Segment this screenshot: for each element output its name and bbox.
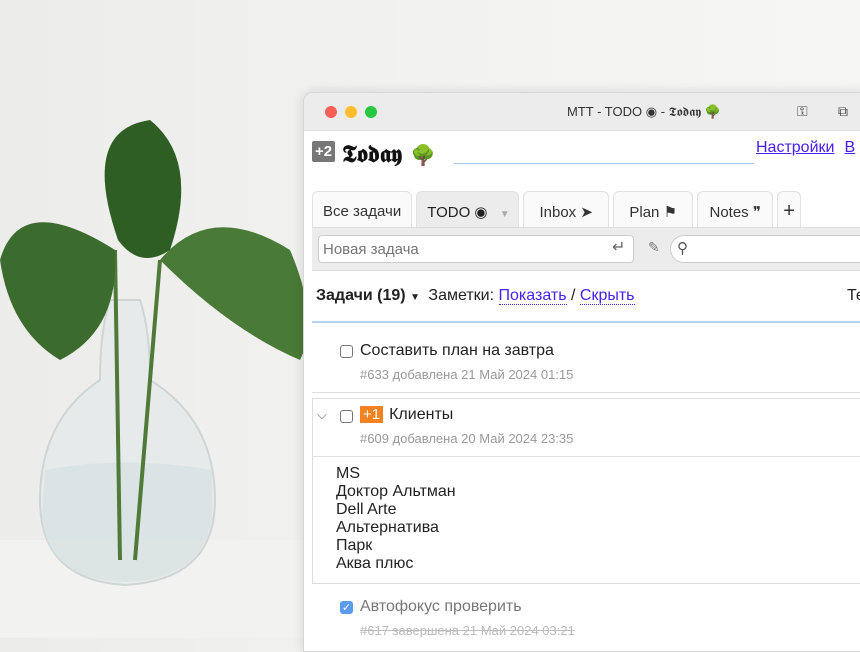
task-title: Автофокус проверить [360,598,522,615]
count-badge: +2 [312,141,335,162]
search-input[interactable]: ⚲ [670,235,860,263]
tab-plan[interactable]: Plan ⚑ [613,191,694,227]
tab-todo[interactable]: TODO ◉ ▼ [416,191,520,227]
tab-inbox[interactable]: Inbox ➤ [523,191,610,227]
list-title: 𝕿𝖔𝖉𝖆𝖞 🌳 [342,139,436,168]
hide-notes-link[interactable]: Скрыть [579,287,635,305]
task-title: Составить план на завтра [360,342,554,359]
task-meta: #633 добавлена 21 Май 2024 01:15 [360,367,574,382]
task-checkbox-checked[interactable]: ✓ [340,601,353,614]
notes-label: Заметки: [428,287,495,304]
tab-notes[interactable]: Notes ❞ [697,191,774,227]
plant-background-image [0,120,320,638]
search-icon: ⚲ [677,240,688,257]
task-item-completed[interactable]: ✓ Автофокус проверить #617 завершена 21 … [312,593,860,651]
toolbar: ↵ ✎ ⚲ [312,227,860,271]
chevron-down-icon[interactable]: ⌵ [317,407,327,423]
title-bar: MTT - TODO ◉ - 𝕿𝖔𝖉𝖆𝖞 🌳 ⚿ ⧉ [304,93,860,131]
divider [312,321,860,323]
right-truncated-text: Те [847,287,860,304]
task-checkbox[interactable] [340,345,353,358]
new-task-input[interactable] [318,235,634,263]
settings-link[interactable]: Настройки [756,139,834,156]
key-icon[interactable]: ⚿ [797,103,808,120]
task-meta: #617 завершена 21 Май 2024 03:21 [360,623,575,638]
task-checkbox[interactable] [340,410,353,423]
tab-all-tasks[interactable]: Все задачи [312,191,413,227]
list-controls: Задачи (19) ▼ Заметки: Показать / Скрыть [316,287,635,305]
task-item[interactable]: Составить план на завтра #633 добавлена … [312,333,860,393]
window-title: MTT - TODO ◉ - 𝕿𝖔𝖉𝖆𝖞 🌳 [567,104,721,119]
divider [454,163,754,164]
list-header: +2 𝕿𝖔𝖉𝖆𝖞 🌳 Настройки В [312,139,860,169]
caret-down-icon[interactable]: ▼ [410,292,420,303]
logout-link[interactable]: В [844,139,855,156]
show-notes-link[interactable]: Показать [498,287,567,305]
puzzle-icon[interactable]: ⧉ [838,103,848,120]
chevron-down-icon[interactable]: ▼ [500,209,510,220]
task-notes: MS Доктор Альтман Dell Arte Альтернатива Пар… [336,465,456,572]
tasks-count[interactable]: Задачи (19) [316,287,406,304]
task-meta: #609 добавлена 20 Май 2024 23:35 [360,431,574,446]
separator: / [570,287,576,304]
priority-badge: +1 [360,406,384,423]
enter-icon[interactable]: ↵ [612,237,625,257]
app-window: MTT - TODO ◉ - 𝕿𝖔𝖉𝖆𝖞 🌳 ⚿ ⧉ +2 𝕿𝖔𝖉𝖆𝖞 🌳 На… [303,92,860,652]
edit-icon[interactable]: ✎ [648,239,660,256]
add-tab-button[interactable]: + [777,191,801,227]
task-title: +1 Клиенты [360,406,453,424]
tab-bar: Все задачи TODO ◉ ▼ Inbox ➤ Plan ⚑ Notes… [312,191,801,227]
